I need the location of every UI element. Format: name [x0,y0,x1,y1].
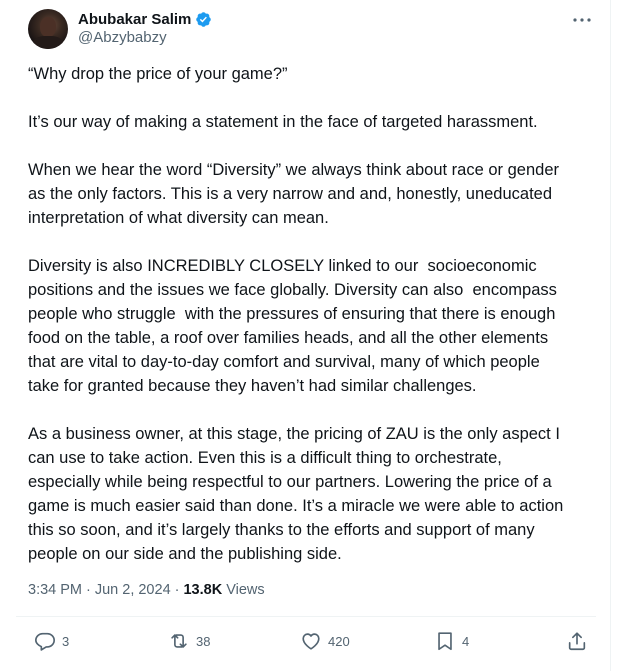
bookmark-icon [438,632,452,651]
divider [16,616,596,617]
reply-bubble-icon [35,632,55,651]
avatar-face [40,17,56,37]
tweet-text: “Why drop the price of your game?” It’s … [28,62,600,590]
tweet-paragraph: As a business owner, at this stage, the … [28,425,564,563]
share-button[interactable] [566,630,588,652]
tweet-paragraph: “Why drop the price of your game?” [28,65,288,83]
tweet-date[interactable]: Jun 2, 2024 [95,582,171,598]
tweet-paragraph: It’s our way of making a statement in th… [28,113,538,131]
like-button[interactable]: 420 [300,630,350,652]
author-handle[interactable]: @Abzybabzy [78,29,167,46]
bookmark-count: 4 [462,633,470,649]
tweet-meta: 3:34 PM · Jun 2, 2024 · 13.8K Views [28,582,265,598]
avatar[interactable] [28,9,68,49]
views-label: Views [226,582,265,598]
tweet-paragraph: Diversity is also INCREDIBLY CLOSELY lin… [28,257,557,395]
repost-button[interactable]: 38 [168,630,210,652]
meta-separator: · [174,582,180,598]
meta-separator: · [86,582,91,598]
tweet-header: Abubakar Salim @Abzybabzy [28,9,598,49]
tweet-card: Abubakar Salim @Abzybabzy “Why drop the … [0,0,611,671]
reply-button[interactable]: 3 [34,630,69,652]
heart-icon [302,633,320,650]
like-count: 420 [328,633,350,649]
more-horizontal-icon[interactable] [572,13,592,27]
repost-count: 38 [196,633,211,649]
tweet-paragraph: When we hear the word “Diversity” we alw… [28,161,559,227]
verified-badge-icon [196,11,212,27]
avatar-body [33,36,63,49]
author-name-row: Abubakar Salim [78,9,212,29]
repost-arrows-icon [171,634,187,648]
reply-count: 3 [62,633,70,649]
author-display-name[interactable]: Abubakar Salim [78,11,191,28]
action-bar: 3 38 420 4 [34,630,590,656]
share-upload-icon [568,632,586,651]
bookmark-button[interactable]: 4 [434,630,469,652]
tweet-time[interactable]: 3:34 PM [28,582,82,598]
views-count: 13.8K [183,582,223,598]
